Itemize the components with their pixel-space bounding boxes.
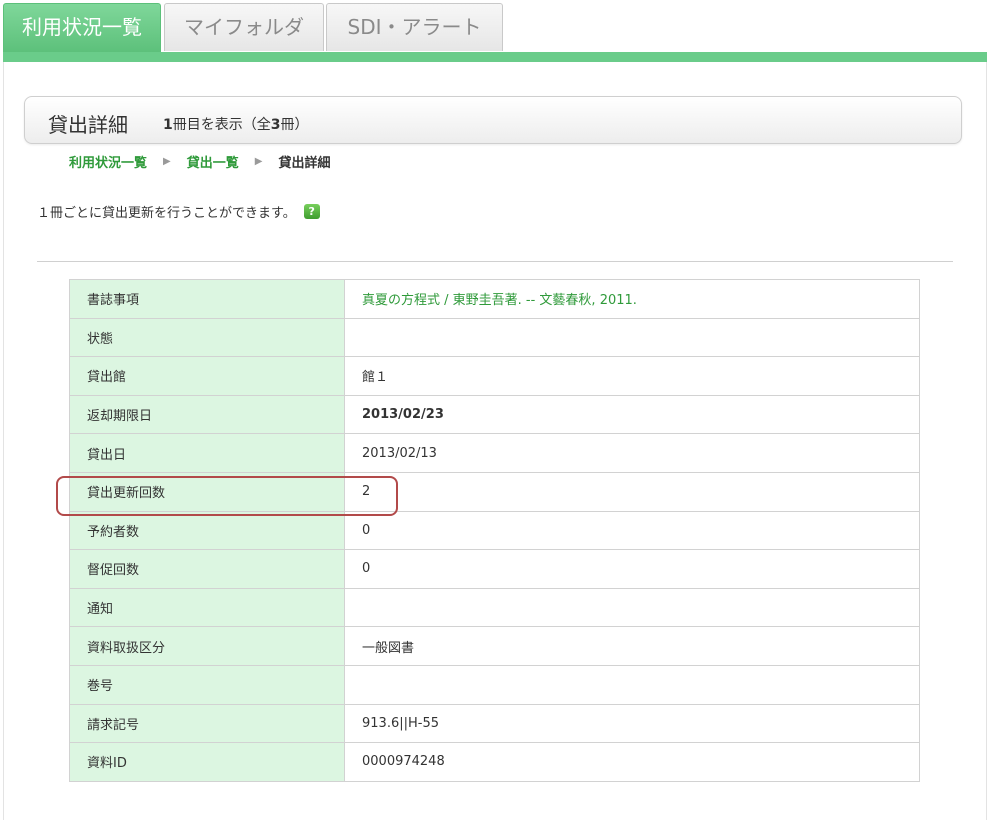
row-value	[344, 587, 920, 628]
table-row: 巻号	[69, 664, 920, 705]
row-label: 返却期限日	[69, 394, 345, 435]
row-label: 予約者数	[69, 510, 345, 551]
table-row: 資料取扱区分 一般図書	[69, 626, 920, 666]
row-label: 督促回数	[69, 549, 345, 589]
breadcrumb: 利用状況一覧 ▶ 貸出一覧 ▶ 貸出詳細	[69, 152, 330, 171]
renewal-notice: １冊ごとに貸出更新を行うことができます。 ?	[37, 202, 320, 221]
row-value: 2	[344, 471, 920, 512]
table-row: 請求記号 913.6||H-55	[69, 703, 920, 744]
item-count-current: 1	[163, 117, 173, 133]
row-value	[344, 317, 920, 358]
table-row: 貸出館 館１	[69, 356, 920, 396]
table-row: 状態	[69, 317, 920, 358]
bibliographic-link[interactable]: 真夏の方程式 / 東野圭吾著. -- 文藝春秋, 2011.	[344, 279, 920, 319]
row-label: 資料ID	[69, 742, 345, 782]
row-label: 請求記号	[69, 703, 345, 744]
renewal-notice-text: １冊ごとに貸出更新を行うことができます。	[37, 206, 296, 221]
table-row: 資料ID 0000974248	[69, 742, 920, 782]
breadcrumb-loan-list[interactable]: 貸出一覧	[187, 152, 239, 171]
item-count-total: 3	[270, 117, 281, 133]
page-title: 貸出詳細	[48, 113, 128, 137]
row-label: 書誌事項	[69, 279, 345, 319]
row-value: 館１	[344, 356, 920, 396]
breadcrumb-separator-icon: ▶	[254, 156, 263, 167]
row-label: 状態	[69, 317, 345, 358]
breadcrumb-usage-status[interactable]: 利用状況一覧	[69, 152, 147, 171]
row-value: 0	[344, 510, 920, 551]
table-row: 予約者数 0	[69, 510, 920, 551]
row-label: 貸出日	[69, 433, 345, 473]
row-value: 913.6||H-55	[344, 703, 920, 744]
table-row: 貸出日 2013/02/13	[69, 433, 920, 473]
row-value: 0000974248	[344, 742, 920, 782]
row-label: 貸出館	[69, 356, 345, 396]
table-row: 書誌事項 真夏の方程式 / 東野圭吾著. -- 文藝春秋, 2011.	[69, 279, 920, 319]
item-count: 1冊目を表示（全3冊）	[163, 114, 309, 134]
row-label: 巻号	[69, 664, 345, 705]
breadcrumb-current: 貸出詳細	[278, 156, 331, 171]
breadcrumb-separator-icon: ▶	[163, 156, 171, 167]
table-row: 督促回数 0	[69, 549, 920, 589]
row-label: 通知	[69, 587, 345, 628]
row-value: 2013/02/23	[344, 394, 920, 435]
item-count-middle: 冊目を表示（全	[172, 117, 271, 133]
help-icon[interactable]: ?	[303, 204, 320, 219]
tab-sdi-alert[interactable]: SDI・アラート	[326, 3, 503, 51]
row-label: 資料取扱区分	[69, 626, 345, 666]
page-header: 貸出詳細 1冊目を表示（全3冊）	[24, 96, 962, 144]
tab-underline	[3, 52, 987, 62]
tab-my-folder[interactable]: マイフォルダ	[164, 3, 324, 51]
highlight-box	[56, 476, 398, 516]
row-value	[344, 664, 920, 705]
tab-usage-status[interactable]: 利用状況一覧	[3, 3, 161, 53]
table-row: 返却期限日 2013/02/23	[69, 394, 920, 435]
row-value: 一般図書	[344, 626, 920, 666]
divider	[37, 261, 953, 262]
loan-detail-table: 書誌事項 真夏の方程式 / 東野圭吾著. -- 文藝春秋, 2011. 状態 貸出館館…	[69, 279, 920, 782]
item-count-suffix: 冊）	[280, 117, 309, 133]
table-row: 通知	[69, 587, 920, 628]
row-value: 2013/02/13	[344, 433, 920, 473]
row-value: 0	[344, 549, 920, 589]
